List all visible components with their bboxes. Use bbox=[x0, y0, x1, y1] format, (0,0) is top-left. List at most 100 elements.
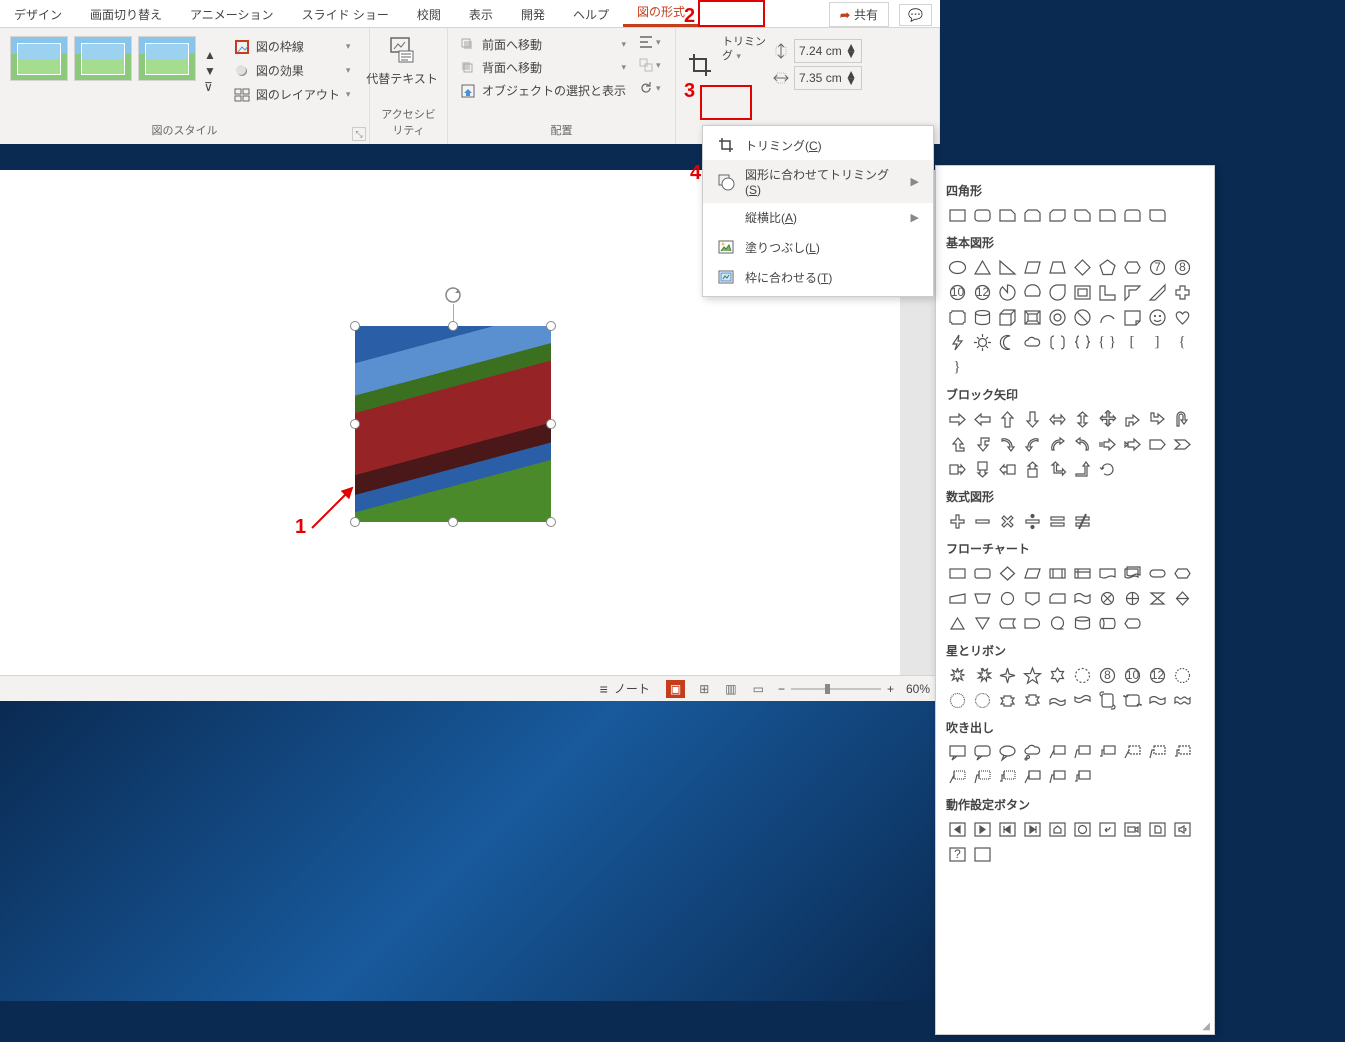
star-32[interactable] bbox=[971, 689, 993, 711]
callout-line2[interactable] bbox=[1071, 741, 1093, 763]
gallery-resize-grip[interactable]: ◢ bbox=[1202, 1021, 1210, 1032]
shape-heart[interactable] bbox=[1171, 306, 1193, 328]
shape-triangle[interactable] bbox=[971, 256, 993, 278]
shape-rightbracket[interactable]: ] bbox=[1146, 331, 1168, 353]
crop-dropdown-button[interactable]: トリミング ▾ bbox=[720, 32, 768, 97]
arrow-bent3[interactable] bbox=[946, 433, 968, 455]
fc-preparation[interactable] bbox=[1171, 562, 1193, 584]
resize-handle-tr[interactable] bbox=[546, 321, 556, 331]
wave[interactable] bbox=[1146, 689, 1168, 711]
shape-snip2[interactable] bbox=[1021, 204, 1043, 226]
style-thumb-3[interactable] bbox=[138, 36, 196, 81]
arrow-circular[interactable] bbox=[1096, 458, 1118, 480]
action-blank[interactable] bbox=[971, 843, 993, 865]
shape-oval[interactable] bbox=[946, 256, 968, 278]
resize-handle-l[interactable] bbox=[350, 419, 360, 429]
resize-handle-r[interactable] bbox=[546, 419, 556, 429]
arrow-down[interactable] bbox=[1021, 408, 1043, 430]
eq-divide[interactable] bbox=[1021, 510, 1043, 532]
shape-noSymbol[interactable] bbox=[1071, 306, 1093, 328]
resize-handle-bl[interactable] bbox=[350, 517, 360, 527]
arrow-curved1[interactable] bbox=[996, 433, 1018, 455]
fc-card[interactable] bbox=[1046, 587, 1068, 609]
arrow-uturn1[interactable] bbox=[1171, 408, 1193, 430]
resize-handle-t[interactable] bbox=[448, 321, 458, 331]
shape-pie[interactable] bbox=[996, 281, 1018, 303]
action-movie[interactable] bbox=[1121, 818, 1143, 840]
callout-border2[interactable] bbox=[971, 766, 993, 788]
resize-handle-b[interactable] bbox=[448, 517, 458, 527]
shape-can[interactable] bbox=[971, 306, 993, 328]
star-6[interactable] bbox=[1046, 664, 1068, 686]
fc-document[interactable] bbox=[1096, 562, 1118, 584]
eq-notequal[interactable] bbox=[1071, 510, 1093, 532]
fc-manual-input[interactable] bbox=[946, 587, 968, 609]
tab-help[interactable]: ヘルプ bbox=[559, 1, 623, 27]
star-4[interactable] bbox=[996, 664, 1018, 686]
action-end[interactable] bbox=[1021, 818, 1043, 840]
eq-equal[interactable] bbox=[1046, 510, 1068, 532]
comments-button[interactable]: 💬 bbox=[899, 4, 932, 26]
menu-crop-to-shape[interactable]: 図形に合わせてトリミング(S) ▶ bbox=[703, 160, 933, 203]
styles-launcher[interactable]: ⤡ bbox=[352, 127, 366, 141]
fc-sort[interactable] bbox=[1171, 587, 1193, 609]
fc-stored[interactable] bbox=[996, 612, 1018, 634]
action-sound[interactable] bbox=[1171, 818, 1193, 840]
fc-alternate[interactable] bbox=[971, 562, 993, 584]
tab-slideshow[interactable]: スライド ショー bbox=[288, 1, 403, 27]
shape-leftbrace[interactable]: { } bbox=[1096, 331, 1118, 353]
shape-diamond[interactable] bbox=[1071, 256, 1093, 278]
arrow-leftup[interactable] bbox=[1046, 458, 1068, 480]
crop-icon-button[interactable] bbox=[682, 32, 718, 97]
shape-round-rect[interactable] bbox=[971, 204, 993, 226]
ribbon-up[interactable] bbox=[996, 689, 1018, 711]
fc-data[interactable] bbox=[1021, 562, 1043, 584]
shape-cloud[interactable] bbox=[1021, 331, 1043, 353]
callout-noborder2[interactable] bbox=[1046, 766, 1068, 788]
shape-snipdiag[interactable] bbox=[1046, 204, 1068, 226]
rotate-button[interactable]: ▾ bbox=[636, 78, 663, 98]
arrow-curved3[interactable] bbox=[1046, 433, 1068, 455]
notes-button[interactable]: ≡ノート bbox=[596, 678, 654, 699]
fc-internal[interactable] bbox=[1071, 562, 1093, 584]
tab-picture-format[interactable]: 図の形式 bbox=[623, 0, 699, 27]
gallery-scroll-down[interactable]: ▼ bbox=[204, 64, 216, 78]
shape-rightbrace2[interactable]: } bbox=[946, 356, 968, 378]
arrow-callout-r[interactable] bbox=[946, 458, 968, 480]
view-normal[interactable]: ▣ bbox=[666, 680, 685, 698]
eq-multiply[interactable] bbox=[996, 510, 1018, 532]
rotate-handle[interactable] bbox=[444, 286, 462, 304]
arrow-left[interactable] bbox=[971, 408, 993, 430]
callout-line3[interactable] bbox=[1096, 741, 1118, 763]
eq-plus[interactable] bbox=[946, 510, 968, 532]
arrow-curved4[interactable] bbox=[1071, 433, 1093, 455]
shape-heptagon[interactable]: 7 bbox=[1146, 256, 1168, 278]
shape-hexagon[interactable] bbox=[1121, 256, 1143, 278]
shape-round1[interactable] bbox=[1096, 204, 1118, 226]
picture-border-button[interactable]: 図の枠線▾ bbox=[230, 36, 355, 57]
shape-rt-triangle[interactable] bbox=[996, 256, 1018, 278]
shape-teardrop[interactable] bbox=[1046, 281, 1068, 303]
callout-noborder3[interactable] bbox=[1071, 766, 1093, 788]
action-begin[interactable] bbox=[996, 818, 1018, 840]
callout-line1[interactable] bbox=[1046, 741, 1068, 763]
star-10[interactable]: 10 bbox=[1121, 664, 1143, 686]
shape-round2same[interactable] bbox=[1121, 204, 1143, 226]
shape-foldedCorner[interactable] bbox=[1121, 306, 1143, 328]
fc-collate[interactable] bbox=[1146, 587, 1168, 609]
bring-forward-button[interactable]: 前面へ移動▾ bbox=[456, 34, 630, 55]
arrow-quad[interactable] bbox=[1096, 408, 1118, 430]
star-7[interactable] bbox=[1071, 664, 1093, 686]
shape-octagon[interactable]: 8 bbox=[1171, 256, 1193, 278]
width-input[interactable]: 7.35 cm▲▼ bbox=[794, 66, 862, 90]
eq-minus[interactable] bbox=[971, 510, 993, 532]
shape-doublebracket[interactable] bbox=[1046, 331, 1068, 353]
action-back[interactable] bbox=[946, 818, 968, 840]
callout-round[interactable] bbox=[971, 741, 993, 763]
callout-rect[interactable] bbox=[946, 741, 968, 763]
ribbon-down[interactable] bbox=[1021, 689, 1043, 711]
star-16[interactable] bbox=[1171, 664, 1193, 686]
ribbon-curved-up[interactable] bbox=[1046, 689, 1068, 711]
selection-pane-button[interactable]: オブジェクトの選択と表示 bbox=[456, 80, 630, 101]
menu-crop[interactable]: トリミング(C) bbox=[703, 130, 933, 160]
